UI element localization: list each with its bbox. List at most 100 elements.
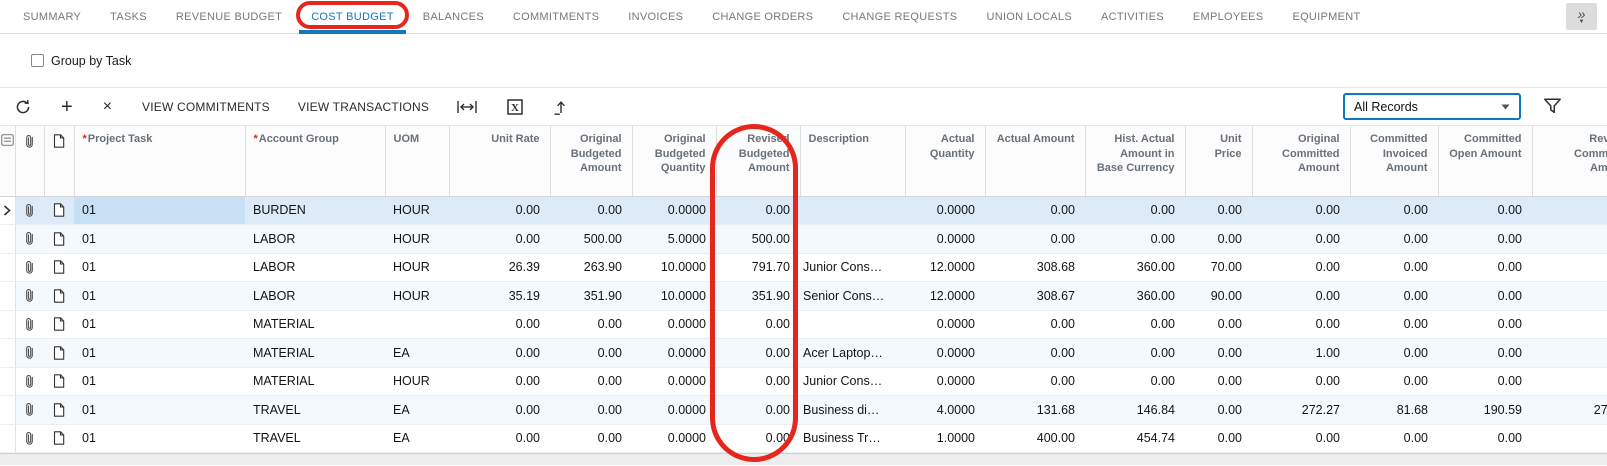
cell-original-committed-amount[interactable]: 0.00 [1252,310,1350,339]
table-row[interactable]: 01TRAVELEA0.000.000.00000.00Business di…… [0,396,1607,425]
cell-project-task[interactable]: 01 [74,367,245,396]
view-transactions-button[interactable]: VIEW TRANSACTIONS [298,100,429,114]
column-header-original-budgeted-quantity[interactable]: Original Budgeted Quantity [632,126,716,196]
cell-project-task[interactable]: 01 [74,225,245,254]
row-note-cell[interactable] [44,339,74,368]
cell-actual-quantity[interactable]: 12.0000 [905,253,985,282]
cell-unit-price[interactable]: 0.00 [1185,424,1252,453]
cell-account-group[interactable]: LABOR [245,253,385,282]
cell-original-committed-amount[interactable]: 0.00 [1252,367,1350,396]
cell-original-budgeted-quantity[interactable]: 0.0000 [632,396,716,425]
row-note-cell[interactable] [44,424,74,453]
cell-revised-committed-amount[interactable]: 0.00 [1532,253,1607,282]
column-header-revised-budgeted-amount[interactable]: Revised Budgeted Amount [716,126,800,196]
cell-unit-price[interactable]: 0.00 [1185,339,1252,368]
cell-project-task[interactable]: 01 [74,424,245,453]
tab-commitments[interactable]: COMMITMENTS [513,0,599,33]
cell-revised-budgeted-amount[interactable]: 0.00 [716,339,800,368]
tab-change-orders[interactable]: CHANGE ORDERS [712,0,813,33]
column-header-project-task[interactable]: *Project Task [74,126,245,196]
cell-revised-budgeted-amount[interactable]: 0.00 [716,310,800,339]
cell-actual-amount[interactable]: 308.68 [985,253,1085,282]
cell-revised-committed-amount[interactable]: 0.00 [1532,282,1607,311]
column-header-paperclip[interactable] [15,126,44,196]
cell-revised-committed-amount[interactable]: 0.00 [1532,196,1607,225]
row-attachment-cell[interactable] [15,310,44,339]
upload-button[interactable] [553,99,568,115]
cell-original-committed-amount[interactable]: 272.27 [1252,396,1350,425]
cell-unit-rate[interactable]: 0.00 [449,396,550,425]
cell-committed-invoiced-amount[interactable]: 0.00 [1350,253,1438,282]
cell-revised-committed-amount[interactable]: 272.27 [1532,396,1607,425]
fit-width-button[interactable] [457,100,477,114]
row-note-cell[interactable] [44,367,74,396]
add-row-button[interactable]: + [61,99,73,115]
cell-description[interactable]: Business di… [800,396,905,425]
cell-revised-budgeted-amount[interactable]: 351.90 [716,282,800,311]
tab-overflow-button[interactable]: » ▼ [1566,3,1597,30]
row-attachment-cell[interactable] [15,424,44,453]
cell-hist-actual-amount-in-base-currency[interactable]: 146.84 [1085,396,1185,425]
cell-actual-quantity[interactable]: 0.0000 [905,196,985,225]
column-header-committed-open-amount[interactable]: Committed Open Amount [1438,126,1532,196]
cell-description[interactable]: Acer Laptop… [800,339,905,368]
cell-hist-actual-amount-in-base-currency[interactable]: 0.00 [1085,310,1185,339]
cell-revised-committed-amount[interactable]: 0.00 [1532,367,1607,396]
cell-revised-budgeted-amount[interactable]: 500.00 [716,225,800,254]
cell-project-task[interactable]: 01 [74,339,245,368]
cell-project-task[interactable]: 01 [74,396,245,425]
cell-committed-open-amount[interactable]: 0.00 [1438,196,1532,225]
cell-uom[interactable]: EA [385,396,449,425]
cell-original-committed-amount[interactable]: 0.00 [1252,253,1350,282]
cell-original-budgeted-quantity[interactable]: 5.0000 [632,225,716,254]
cell-unit-rate[interactable]: 0.00 [449,310,550,339]
cell-committed-invoiced-amount[interactable]: 0.00 [1350,225,1438,254]
cell-revised-budgeted-amount[interactable]: 0.00 [716,367,800,396]
cell-project-task[interactable]: 01 [74,253,245,282]
group-by-task-label[interactable]: Group by Task [51,54,131,68]
row-selector-cell[interactable] [0,339,15,368]
cell-committed-open-amount[interactable]: 0.00 [1438,225,1532,254]
tab-tasks[interactable]: TASKS [110,0,147,33]
cell-committed-open-amount[interactable]: 0.00 [1438,424,1532,453]
column-header-uom[interactable]: UOM [385,126,449,196]
cell-committed-open-amount[interactable]: 0.00 [1438,367,1532,396]
column-header-unit-rate[interactable]: Unit Rate [449,126,550,196]
cell-actual-quantity[interactable]: 0.0000 [905,310,985,339]
row-note-cell[interactable] [44,310,74,339]
row-attachment-cell[interactable] [15,339,44,368]
cell-actual-quantity[interactable]: 0.0000 [905,225,985,254]
cell-revised-budgeted-amount[interactable]: 0.00 [716,196,800,225]
cell-actual-amount[interactable]: 0.00 [985,367,1085,396]
table-row[interactable]: 01MATERIALHOUR0.000.000.00000.00Junior C… [0,367,1607,396]
table-row[interactable]: 01BURDENHOUR0.000.000.00000.000.00000.00… [0,196,1607,225]
tab-activities[interactable]: ACTIVITIES [1101,0,1164,33]
table-row[interactable]: 01MATERIALEA0.000.000.00000.00Acer Lapto… [0,339,1607,368]
cell-committed-invoiced-amount[interactable]: 0.00 [1350,310,1438,339]
row-selector-cell[interactable] [0,282,15,311]
cell-account-group[interactable]: LABOR [245,282,385,311]
cell-actual-quantity[interactable]: 0.0000 [905,367,985,396]
tab-revenue-budget[interactable]: REVENUE BUDGET [176,0,282,33]
row-attachment-cell[interactable] [15,225,44,254]
column-header-original-committed-amount[interactable]: Original Committed Amount [1252,126,1350,196]
cell-unit-price[interactable]: 0.00 [1185,396,1252,425]
cell-original-budgeted-quantity[interactable]: 0.0000 [632,367,716,396]
cell-unit-price[interactable]: 90.00 [1185,282,1252,311]
tab-change-requests[interactable]: CHANGE REQUESTS [842,0,957,33]
cell-revised-committed-amount[interactable]: 0.00 [1532,424,1607,453]
cell-original-budgeted-amount[interactable]: 0.00 [550,310,632,339]
column-header-actual-amount[interactable]: Actual Amount [985,126,1085,196]
tab-summary[interactable]: SUMMARY [23,0,81,33]
cell-committed-open-amount[interactable]: 0.00 [1438,282,1532,311]
export-excel-button[interactable]: X [507,99,523,115]
cell-unit-rate[interactable]: 0.00 [449,367,550,396]
cell-actual-amount[interactable]: 308.67 [985,282,1085,311]
cell-description[interactable] [800,196,905,225]
cell-revised-committed-amount[interactable]: 0.00 [1532,339,1607,368]
cell-original-committed-amount[interactable]: 0.00 [1252,196,1350,225]
tab-invoices[interactable]: INVOICES [628,0,683,33]
cell-original-committed-amount[interactable]: 0.00 [1252,225,1350,254]
cell-account-group[interactable]: TRAVEL [245,424,385,453]
cell-hist-actual-amount-in-base-currency[interactable]: 0.00 [1085,196,1185,225]
